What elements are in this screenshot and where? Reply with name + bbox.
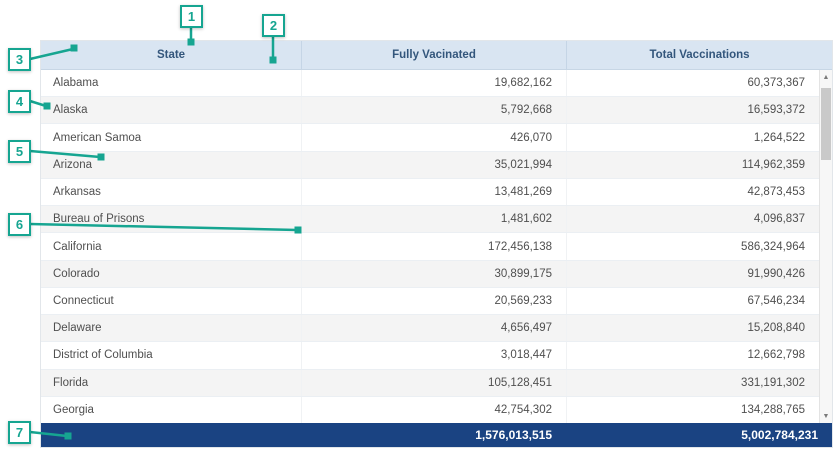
callout-7-label: 7 <box>16 425 23 440</box>
cell-total-vaccinations: 42,873,453 <box>566 179 819 205</box>
callout-5-label: 5 <box>16 144 23 159</box>
table-row[interactable]: American Samoa 426,070 1,264,522 <box>41 124 819 151</box>
callout-4-label: 4 <box>16 94 23 109</box>
callout-4: 4 <box>8 90 31 113</box>
cell-state: Bureau of Prisons <box>41 206 301 232</box>
cell-fully-vaccinated: 105,128,451 <box>301 370 566 396</box>
callout-1-label: 1 <box>188 9 195 24</box>
scrollbar-thumb[interactable] <box>821 88 831 160</box>
cell-state: Colorado <box>41 261 301 287</box>
table-row[interactable]: Delaware 4,656,497 15,208,840 <box>41 315 819 342</box>
callout-2-label: 2 <box>270 18 277 33</box>
cell-total-vaccinations: 12,662,798 <box>566 342 819 368</box>
cell-fully-vaccinated: 4,656,497 <box>301 315 566 341</box>
cell-state: California <box>41 233 301 259</box>
cell-fully-vaccinated: 426,070 <box>301 124 566 150</box>
summary-cell-empty <box>41 423 301 447</box>
column-header-state[interactable]: State <box>41 41 301 69</box>
scroll-up-button[interactable]: ▲ <box>820 70 832 84</box>
scroll-down-button[interactable]: ▼ <box>820 409 832 423</box>
table-header-row: State Fully Vacinated Total Vaccinations <box>41 41 832 70</box>
column-header-total-vaccinations[interactable]: Total Vaccinations <box>566 41 832 69</box>
callout-6-label: 6 <box>16 217 23 232</box>
callout-1: 1 <box>180 5 203 28</box>
cell-fully-vaccinated: 19,682,162 <box>301 70 566 96</box>
cell-state: Georgia <box>41 397 301 423</box>
summary-row: 1,576,013,515 5,002,784,231 <box>41 423 832 447</box>
table-row[interactable]: Georgia 42,754,302 134,288,765 <box>41 397 819 423</box>
cell-total-vaccinations: 67,546,234 <box>566 288 819 314</box>
table-row[interactable]: Arizona 35,021,994 114,962,359 <box>41 152 819 179</box>
cell-fully-vaccinated: 30,899,175 <box>301 261 566 287</box>
scroll-down-icon: ▼ <box>823 413 830 420</box>
table-body: Alabama 19,682,162 60,373,367 Alaska 5,7… <box>41 70 819 423</box>
table-row[interactable]: Colorado 30,899,175 91,990,426 <box>41 261 819 288</box>
cell-state: Florida <box>41 370 301 396</box>
cell-total-vaccinations: 91,990,426 <box>566 261 819 287</box>
cell-state: District of Columbia <box>41 342 301 368</box>
cell-fully-vaccinated: 5,792,668 <box>301 97 566 123</box>
cell-fully-vaccinated: 20,569,233 <box>301 288 566 314</box>
cell-total-vaccinations: 16,593,372 <box>566 97 819 123</box>
cell-state: Arkansas <box>41 179 301 205</box>
cell-total-vaccinations: 4,096,837 <box>566 206 819 232</box>
table-row[interactable]: Arkansas 13,481,269 42,873,453 <box>41 179 819 206</box>
cell-state: Arizona <box>41 152 301 178</box>
summary-cell-total-vaccinations: 5,002,784,231 <box>566 423 832 447</box>
cell-fully-vaccinated: 35,021,994 <box>301 152 566 178</box>
cell-total-vaccinations: 15,208,840 <box>566 315 819 341</box>
cell-state: Alabama <box>41 70 301 96</box>
table-row[interactable]: Bureau of Prisons 1,481,602 4,096,837 <box>41 206 819 233</box>
cell-fully-vaccinated: 3,018,447 <box>301 342 566 368</box>
table-row[interactable]: Alaska 5,792,668 16,593,372 <box>41 97 819 124</box>
cell-state: American Samoa <box>41 124 301 150</box>
callout-5: 5 <box>8 140 31 163</box>
cell-total-vaccinations: 1,264,522 <box>566 124 819 150</box>
table-row[interactable]: District of Columbia 3,018,447 12,662,79… <box>41 342 819 369</box>
cell-state: Connecticut <box>41 288 301 314</box>
page: State Fully Vacinated Total Vaccinations… <box>0 0 833 453</box>
table-row[interactable]: Alabama 19,682,162 60,373,367 <box>41 70 819 97</box>
callout-2: 2 <box>262 14 285 37</box>
scrollbar-track[interactable] <box>820 84 832 409</box>
column-header-fully-vaccinated[interactable]: Fully Vacinated <box>301 41 566 69</box>
cell-state: Alaska <box>41 97 301 123</box>
cell-total-vaccinations: 134,288,765 <box>566 397 819 423</box>
callout-3: 3 <box>8 48 31 71</box>
vaccination-table: State Fully Vacinated Total Vaccinations… <box>40 40 833 448</box>
callout-6: 6 <box>8 213 31 236</box>
scroll-up-icon: ▲ <box>823 74 830 81</box>
cell-total-vaccinations: 60,373,367 <box>566 70 819 96</box>
table-row[interactable]: California 172,456,138 586,324,964 <box>41 233 819 260</box>
cell-fully-vaccinated: 172,456,138 <box>301 233 566 259</box>
cell-total-vaccinations: 586,324,964 <box>566 233 819 259</box>
table-row[interactable]: Connecticut 20,569,233 67,546,234 <box>41 288 819 315</box>
table-row[interactable]: Florida 105,128,451 331,191,302 <box>41 370 819 397</box>
cell-state: Delaware <box>41 315 301 341</box>
cell-total-vaccinations: 331,191,302 <box>566 370 819 396</box>
callout-3-label: 3 <box>16 52 23 67</box>
cell-fully-vaccinated: 42,754,302 <box>301 397 566 423</box>
table-body-wrap: Alabama 19,682,162 60,373,367 Alaska 5,7… <box>41 70 832 423</box>
vertical-scrollbar[interactable]: ▲ ▼ <box>819 70 832 423</box>
cell-total-vaccinations: 114,962,359 <box>566 152 819 178</box>
summary-cell-fully-vaccinated: 1,576,013,515 <box>301 423 566 447</box>
callout-7: 7 <box>8 421 31 444</box>
cell-fully-vaccinated: 13,481,269 <box>301 179 566 205</box>
cell-fully-vaccinated: 1,481,602 <box>301 206 566 232</box>
